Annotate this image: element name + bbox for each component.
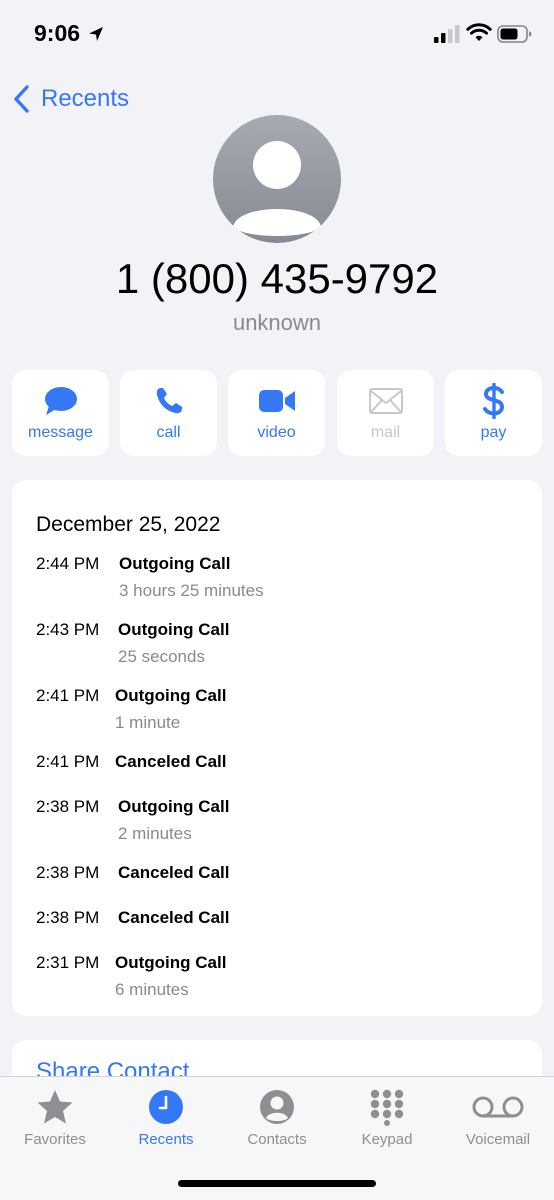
tab-label: Recents (138, 1131, 194, 1148)
battery-icon (497, 25, 532, 43)
keypad-icon (370, 1089, 404, 1126)
tab-recents[interactable]: Recents (111, 1077, 221, 1157)
call-type: Outgoing Call (115, 953, 227, 972)
call-type: Outgoing Call (115, 686, 227, 705)
tab-voicemail[interactable]: Voicemail (443, 1077, 553, 1157)
envelope-icon (368, 388, 403, 414)
person-silhouette-icon (233, 141, 321, 236)
phone-icon (156, 388, 182, 414)
call-time: 2:38 PM (36, 908, 100, 927)
call-button[interactable]: call (120, 370, 217, 456)
call-type: Outgoing Call (119, 554, 231, 573)
pay-label: pay (480, 424, 507, 441)
person-circle-icon (260, 1090, 294, 1124)
tab-favorites[interactable]: Favorites (0, 1077, 110, 1157)
call-time: 2:44 PM (36, 554, 100, 573)
clock-icon (149, 1090, 183, 1124)
mail-button[interactable]: mail (337, 370, 434, 456)
location-arrow-icon (89, 27, 103, 41)
star-icon (37, 1090, 73, 1124)
contact-number: 1 (800) 435-9792 (115, 255, 439, 302)
tab-label: Voicemail (465, 1131, 531, 1148)
pay-button[interactable]: pay (445, 370, 542, 456)
dollar-icon (482, 383, 504, 419)
wifi-icon (466, 23, 492, 41)
back-label: Recents (41, 85, 130, 112)
call-time: 2:41 PM (36, 686, 100, 705)
chevron-left-icon (14, 85, 29, 113)
call-type: Outgoing Call (118, 620, 230, 639)
call-duration: 25 seconds (118, 647, 205, 666)
call-time: 2:43 PM (36, 620, 100, 639)
tab-label: Favorites (24, 1131, 86, 1148)
call-duration: 1 minute (115, 713, 181, 732)
tab-label: Keypad (361, 1131, 413, 1148)
call-type: Canceled Call (118, 863, 230, 882)
tab-contacts[interactable]: Contacts (222, 1077, 332, 1157)
message-button[interactable]: message (12, 370, 109, 456)
cellular-signal-icon (434, 25, 460, 43)
tab-keypad[interactable]: Keypad (332, 1077, 442, 1157)
call-type: Canceled Call (115, 752, 227, 771)
call-type: Outgoing Call (118, 797, 230, 816)
call-duration: 3 hours 25 minutes (119, 581, 264, 600)
status-bar: 9:06 (0, 0, 554, 66)
video-label: video (257, 424, 296, 441)
video-button[interactable]: video (228, 370, 325, 456)
home-indicator (178, 1180, 376, 1187)
back-button[interactable]: Recents (12, 82, 129, 116)
call-duration: 6 minutes (115, 980, 189, 999)
mail-label: mail (370, 424, 401, 441)
call-time: 2:38 PM (36, 863, 100, 882)
message-bubble-icon (44, 387, 77, 415)
call-duration: 2 minutes (118, 824, 192, 843)
call-label: call (156, 424, 181, 441)
call-type: Canceled Call (118, 908, 230, 927)
call-time: 2:38 PM (36, 797, 100, 816)
call-time: 2:41 PM (36, 752, 100, 771)
status-time: 9:06 (34, 20, 81, 46)
voicemail-icon (472, 1096, 524, 1118)
tab-label: Contacts (247, 1131, 307, 1148)
message-label: message (28, 424, 93, 441)
call-history-card: December 25, 2022 2:44 PM Outgoing Call … (12, 480, 542, 1016)
action-buttons: message call video mail pay (12, 370, 542, 456)
contact-label: unknown (232, 310, 322, 335)
history-date: December 25, 2022 (36, 513, 221, 536)
call-time: 2:31 PM (36, 953, 100, 972)
video-camera-icon (258, 390, 295, 412)
avatar (213, 115, 341, 243)
